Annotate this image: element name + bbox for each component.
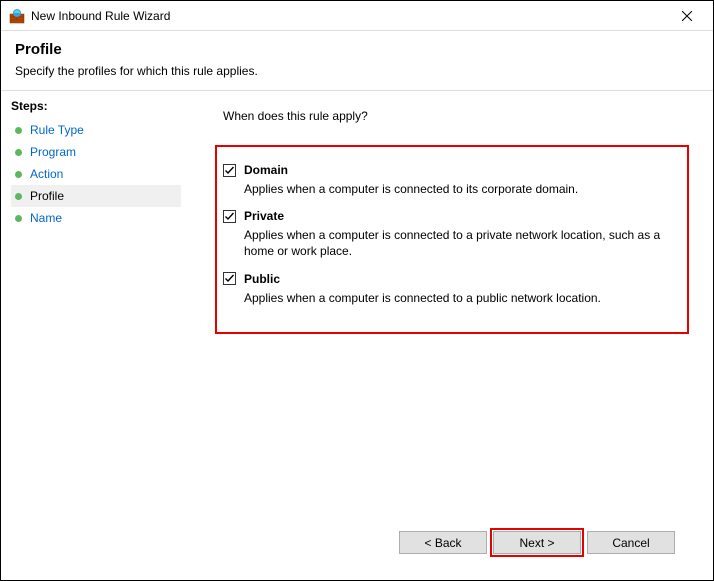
bullet-icon [15, 171, 22, 178]
step-link[interactable]: Profile [30, 189, 64, 203]
option-desc: Applies when a computer is connected to … [244, 227, 664, 259]
steps-sidebar: Steps: Rule Type Program Action Profile … [1, 91, 191, 580]
option-row: Private [223, 209, 673, 223]
step-rule-type[interactable]: Rule Type [11, 119, 181, 141]
wizard-body: Steps: Rule Type Program Action Profile … [1, 91, 713, 580]
steps-title: Steps: [11, 99, 181, 113]
wizard-header: Profile Specify the profiles for which t… [1, 31, 713, 91]
page-title: Profile [15, 41, 699, 58]
bullet-icon [15, 193, 22, 200]
wizard-window: New Inbound Rule Wizard Profile Specify … [0, 0, 714, 581]
step-action[interactable]: Action [11, 163, 181, 185]
options-highlight: Domain Applies when a computer is connec… [215, 145, 689, 334]
option-desc: Applies when a computer is connected to … [244, 290, 664, 306]
next-button[interactable]: Next > [493, 531, 581, 554]
step-link[interactable]: Action [30, 167, 63, 181]
firewall-icon [9, 8, 25, 24]
window-title: New Inbound Rule Wizard [31, 9, 667, 23]
titlebar: New Inbound Rule Wizard [1, 1, 713, 31]
step-link[interactable]: Program [30, 145, 76, 159]
page-subtitle: Specify the profiles for which this rule… [15, 64, 699, 78]
bullet-icon [15, 215, 22, 222]
option-label: Public [244, 272, 280, 286]
option-desc: Applies when a computer is connected to … [244, 181, 664, 197]
checkbox-private[interactable] [223, 210, 236, 223]
step-profile[interactable]: Profile [11, 185, 181, 207]
bullet-icon [15, 127, 22, 134]
option-row: Public [223, 272, 673, 286]
back-button[interactable]: < Back [399, 531, 487, 554]
option-label: Private [244, 209, 284, 223]
option-private: Private Applies when a computer is conne… [223, 209, 673, 259]
content-prompt: When does this rule apply? [223, 109, 689, 123]
step-program[interactable]: Program [11, 141, 181, 163]
cancel-button[interactable]: Cancel [587, 531, 675, 554]
checkbox-public[interactable] [223, 272, 236, 285]
option-domain: Domain Applies when a computer is connec… [223, 163, 673, 197]
option-public: Public Applies when a computer is connec… [223, 272, 673, 306]
bullet-icon [15, 149, 22, 156]
step-name[interactable]: Name [11, 207, 181, 229]
option-row: Domain [223, 163, 673, 177]
option-label: Domain [244, 163, 288, 177]
step-link[interactable]: Name [30, 211, 62, 225]
step-link[interactable]: Rule Type [30, 123, 84, 137]
close-button[interactable] [667, 2, 707, 30]
wizard-content: When does this rule apply? Domain Applie… [191, 91, 713, 580]
checkbox-domain[interactable] [223, 164, 236, 177]
wizard-footer: < Back Next > Cancel [215, 521, 689, 568]
spacer [215, 334, 689, 521]
